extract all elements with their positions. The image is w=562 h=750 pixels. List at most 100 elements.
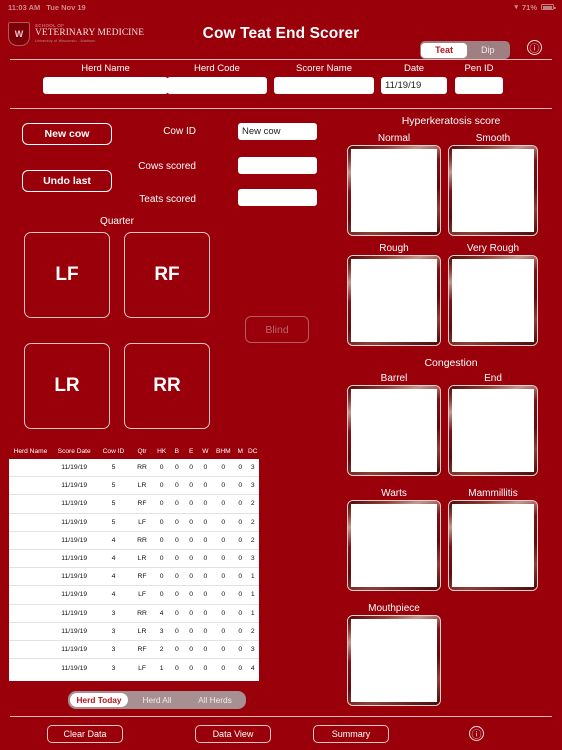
quarter-button-lr[interactable]: LR	[24, 343, 110, 429]
table-cell: 0	[174, 664, 179, 672]
status-bar-left: 11:03 AM Tue Nov 19	[8, 3, 86, 12]
table-cell: 0	[189, 536, 194, 544]
mode-option-teat[interactable]: Teat	[421, 42, 467, 58]
table-row[interactable]: 11/19/19 4 LR 0 0 0 0 0 0 3	[9, 550, 259, 569]
date-input[interactable]: 11/19/19	[381, 77, 447, 94]
clear-data-button[interactable]: Clear Data	[47, 725, 123, 743]
undo-last-button[interactable]: Undo last	[22, 170, 112, 192]
footer-info-icon[interactable]: ⓘ	[469, 726, 484, 741]
herd-code-input[interactable]	[167, 77, 267, 94]
quarter-button-rr[interactable]: RR	[124, 343, 210, 429]
table-cell: 4	[111, 573, 116, 581]
score-table[interactable]: 11/19/19 5 RR 0 0 0 0 0 0 3 11/19/19 5 LR 0 0 0 0 0 0 3 11/1…	[9, 459, 259, 681]
table-cell: 0	[203, 609, 208, 617]
mode-segmented-control[interactable]: Teat Dip	[419, 41, 510, 59]
table-row[interactable]: 11/19/19 5 LF 0 0 0 0 0 0 2	[9, 514, 259, 532]
table-cell: 0	[189, 500, 194, 508]
table-cell: 0	[238, 664, 243, 672]
table-scope-segmented-control[interactable]: Herd Today Herd All All Herds	[68, 691, 246, 709]
mode-toggle[interactable]: Teat Dip	[419, 40, 510, 59]
table-cell: LF	[138, 591, 146, 599]
table-row[interactable]: 11/19/19 4 LF 0 0 0 0 0 0 1	[9, 586, 259, 605]
table-row[interactable]: 11/19/19 3 RF 2 0 0 0 0 0 3	[9, 641, 259, 660]
mode-option-dip[interactable]: Dip	[467, 43, 509, 58]
image-slot-warts[interactable]	[348, 501, 440, 590]
table-cell: 0	[174, 645, 179, 653]
table-row[interactable]: 11/19/19 3 LF 1 0 0 0 0 0 4	[9, 659, 259, 677]
table-cell: 0	[189, 627, 194, 635]
divider-bottom	[10, 716, 552, 717]
image-slot-very-rough-image	[452, 259, 534, 342]
table-cell: 0	[159, 482, 164, 490]
table-cell: 11/19/19	[61, 664, 88, 672]
scope-option-all-herds[interactable]: All Herds	[186, 693, 244, 707]
table-cell: 0	[174, 518, 179, 526]
quarter-button-rf[interactable]: RF	[124, 232, 210, 318]
table-row[interactable]: 11/19/19 4 RR 0 0 0 0 0 0 2	[9, 532, 259, 550]
new-cow-button[interactable]: New cow	[22, 123, 112, 145]
image-slot-rough[interactable]	[348, 256, 440, 345]
table-cell: 5	[111, 482, 116, 490]
table-cell: 0	[203, 591, 208, 599]
table-cell: 3	[250, 555, 255, 563]
table-cell: LR	[137, 482, 147, 490]
image-slot-mammillitis[interactable]	[449, 501, 537, 590]
data-view-button[interactable]: Data View	[195, 725, 271, 743]
table-cell: RR	[137, 464, 147, 472]
slot-label-normal: Normal	[377, 133, 411, 144]
blind-button[interactable]: Blind	[245, 316, 309, 343]
battery-icon	[541, 4, 556, 10]
image-slot-end[interactable]	[449, 386, 537, 475]
image-slot-end-image	[452, 389, 534, 472]
table-cell: 0	[174, 500, 179, 508]
herd-name-input[interactable]	[43, 77, 168, 94]
table-cell: 0	[159, 464, 164, 472]
table-row[interactable]: 11/19/19 3 RR 4 0 0 0 0 0 1	[9, 605, 259, 623]
table-row[interactable]: 11/19/19 5 RR 0 0 0 0 0 0 3	[9, 459, 259, 478]
cow-id-input[interactable]: New cow	[238, 123, 317, 140]
herd-form: Herd Name Herd Code Scorer Name Date 11/…	[0, 63, 562, 103]
image-slot-mouthpiece[interactable]	[348, 616, 440, 705]
table-cell: 0	[189, 645, 194, 653]
table-header-hk: HK	[157, 448, 167, 455]
table-cell: 4	[250, 664, 255, 672]
image-slot-normal[interactable]	[348, 146, 440, 235]
slot-label-smooth: Smooth	[475, 133, 511, 144]
scope-option-herd-all[interactable]: Herd All	[128, 693, 186, 707]
image-slot-very-rough[interactable]	[449, 256, 537, 345]
table-cell: 0	[203, 573, 208, 581]
table-header-herd-name: Herd Name	[13, 448, 48, 455]
image-slot-smooth[interactable]	[449, 146, 537, 235]
table-cell: 0	[159, 555, 164, 563]
table-cell: 4	[159, 609, 164, 617]
table-header-score-date: Score Date	[57, 448, 91, 455]
summary-button[interactable]: Summary	[313, 725, 389, 743]
header-info-icon[interactable]: ⓘ	[527, 40, 542, 55]
image-slot-normal-image	[351, 149, 437, 232]
quarter-button-lf[interactable]: LF	[24, 232, 110, 318]
table-cell: 0	[203, 518, 208, 526]
field-herd-code-label: Herd Code	[194, 63, 240, 74]
pen-id-input[interactable]	[455, 77, 503, 94]
image-slot-barrel[interactable]	[348, 386, 440, 475]
table-header-dc: DC	[247, 448, 258, 455]
table-row[interactable]: 11/19/19 3 LR 3 0 0 0 0 0 2	[9, 623, 259, 641]
slot-label-warts: Warts	[381, 488, 407, 499]
table-cell: 0	[174, 555, 179, 563]
table-cell: 0	[238, 609, 243, 617]
table-cell: 0	[174, 482, 179, 490]
scope-option-herd-today[interactable]: Herd Today	[70, 693, 128, 707]
table-row[interactable]: 11/19/19 5 RF 0 0 0 0 0 0 2	[9, 495, 259, 514]
scorer-name-input[interactable]	[274, 77, 374, 94]
image-slot-warts-image	[351, 504, 437, 587]
table-row[interactable]: 11/19/19 4 RF 0 0 0 0 0 0 1	[9, 568, 259, 587]
table-cell: 1	[159, 664, 164, 672]
table-row[interactable]: 11/19/19 5 LR 0 0 0 0 0 0 3	[9, 477, 259, 496]
table-cell: 3	[250, 645, 255, 653]
table-scope-toggle[interactable]: Herd Today Herd All All Herds	[68, 690, 246, 709]
field-pen-id: Pen ID	[455, 63, 503, 94]
table-cell: 11/19/19	[61, 518, 88, 526]
table-cell: 11/19/19	[61, 645, 88, 653]
table-cell: 0	[203, 482, 208, 490]
table-cell: 0	[174, 627, 179, 635]
